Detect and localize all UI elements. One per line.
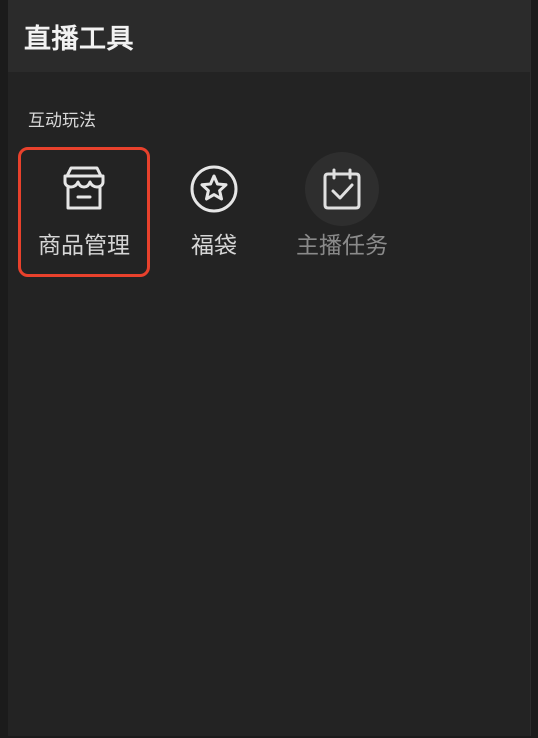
panel-header: 直播工具 xyxy=(8,0,530,72)
store-icon xyxy=(47,152,121,226)
live-tools-panel: 直播工具 互动玩法 商品管理 福袋 主播任务 xyxy=(8,0,531,736)
calendar-check-icon xyxy=(305,152,379,226)
tool-label: 主播任务 xyxy=(296,233,388,259)
section-label-interactive: 互动玩法 xyxy=(28,111,96,131)
tool-grid: 商品管理 福袋 主播任务 xyxy=(18,147,406,277)
tool-label: 商品管理 xyxy=(38,233,130,259)
star-circle-icon xyxy=(177,152,251,226)
panel-title: 直播工具 xyxy=(24,23,134,55)
tool-label: 福袋 xyxy=(191,233,237,259)
tool-lucky-bag[interactable]: 福袋 xyxy=(150,148,278,274)
tool-anchor-tasks[interactable]: 主播任务 xyxy=(278,148,406,274)
tool-product-management[interactable]: 商品管理 xyxy=(18,147,150,277)
